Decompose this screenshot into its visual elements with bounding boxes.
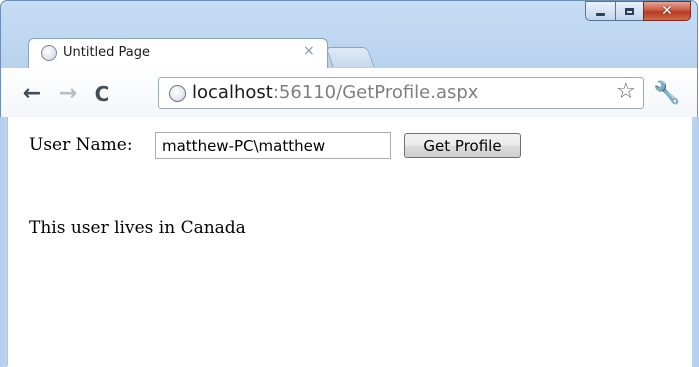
frame-right [692, 117, 699, 367]
tab-close-icon[interactable]: × [303, 43, 315, 59]
forward-button[interactable]: → [55, 81, 81, 107]
get-profile-button[interactable]: Get Profile [404, 133, 521, 158]
result-text: This user lives in Canada [29, 218, 246, 238]
bookmark-star-icon[interactable]: ☆ [616, 79, 636, 104]
tab-active[interactable]: Untitled Page × [28, 38, 328, 68]
user-name-label: User Name: [29, 135, 133, 155]
globe-icon [41, 45, 57, 61]
close-icon: ✕ [661, 3, 673, 19]
close-window-button[interactable]: ✕ [643, 1, 691, 21]
url-text[interactable]: localhost:56110/GetProfile.aspx [192, 82, 478, 104]
maximize-icon [625, 7, 634, 15]
toolbar: ← → C localhost:56110/GetProfile.aspx ☆ … [1, 68, 697, 118]
tab-title: Untitled Page [63, 45, 151, 60]
url-path: :56110/GetProfile.aspx [272, 82, 479, 103]
page-content: User Name: Get Profile This user lives i… [7, 117, 692, 366]
address-bar[interactable]: localhost:56110/GetProfile.aspx ☆ [158, 77, 644, 109]
page-info-icon[interactable] [169, 85, 186, 102]
back-button[interactable]: ← [19, 81, 45, 107]
window-controls: ✕ [585, 1, 691, 21]
reload-button[interactable]: C [89, 81, 115, 107]
back-arrow-icon: ← [22, 81, 42, 106]
frame-left [0, 117, 7, 367]
reload-icon: C [94, 82, 110, 106]
forward-arrow-icon: → [58, 81, 78, 106]
new-tab-button[interactable] [325, 47, 375, 67]
wrench-menu-icon[interactable]: 🔧 [653, 81, 680, 106]
maximize-button[interactable] [615, 1, 643, 21]
user-name-input[interactable] [155, 132, 391, 159]
url-host: localhost [192, 82, 273, 103]
minimize-icon [596, 12, 605, 16]
minimize-button[interactable] [585, 1, 615, 21]
